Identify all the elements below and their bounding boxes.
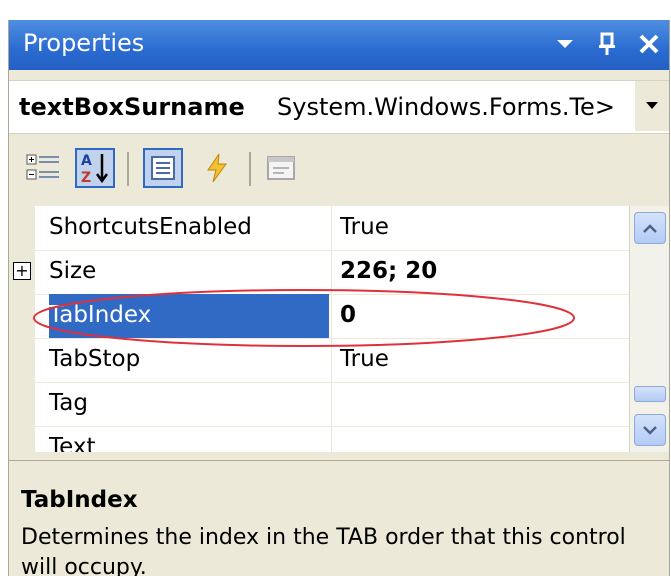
- description-text: Determines the index in the TAB order th…: [21, 525, 626, 576]
- alphabetical-icon[interactable]: A Z: [75, 148, 115, 188]
- properties-panel: Properties textBoxSurname System.Windows…: [8, 20, 670, 576]
- description-title: TabIndex: [21, 487, 138, 513]
- property-name: TabIndex: [49, 294, 329, 338]
- object-type: System.Windows.Forms.Te>: [277, 93, 615, 121]
- grid-row-shortcutsenabled[interactable]: ShortcutsEnabled True: [9, 206, 629, 251]
- property-value[interactable]: 226; 20: [331, 250, 629, 294]
- row-gutter: [9, 338, 35, 382]
- scroll-up-icon[interactable]: [634, 212, 666, 244]
- toolbar-separator: [127, 152, 129, 186]
- property-value[interactable]: [331, 426, 629, 452]
- scroll-down-icon[interactable]: [634, 414, 666, 446]
- categorized-icon[interactable]: [23, 148, 63, 188]
- dropdown-arrow-icon[interactable]: [553, 30, 577, 58]
- row-gutter: [9, 382, 35, 426]
- property-value[interactable]: True: [331, 206, 629, 250]
- row-gutter: [9, 426, 35, 452]
- grid-row-tag[interactable]: Tag: [9, 382, 629, 427]
- grid-row-text[interactable]: Text: [9, 426, 629, 452]
- grid-row-tabstop[interactable]: TabStop True: [9, 338, 629, 383]
- grid-row-size[interactable]: + Size 226; 20: [9, 250, 629, 295]
- property-value[interactable]: True: [331, 338, 629, 382]
- scroll-thumb[interactable]: [634, 386, 666, 402]
- property-name: ShortcutsEnabled: [49, 214, 252, 240]
- title-bar: Properties: [9, 20, 669, 70]
- object-selector[interactable]: textBoxSurname System.Windows.Forms.Te>: [9, 80, 669, 134]
- svg-text:Z: Z: [81, 170, 91, 185]
- description-pane: TabIndex Determines the index in the TAB…: [9, 460, 669, 576]
- property-value[interactable]: [331, 382, 629, 426]
- grid-row-tabindex[interactable]: TabIndex 0: [9, 294, 629, 339]
- properties-toolbar: A Z: [9, 140, 669, 200]
- property-name: Text: [49, 434, 96, 452]
- title-bar-buttons: [553, 26, 661, 62]
- pin-icon[interactable]: [595, 30, 619, 58]
- panel-title: Properties: [23, 29, 145, 57]
- property-value[interactable]: 0: [331, 294, 629, 338]
- property-name: TabStop: [49, 346, 141, 372]
- vertical-scrollbar[interactable]: [629, 206, 669, 452]
- events-icon[interactable]: [197, 148, 237, 188]
- property-grid: ShortcutsEnabled True + Size 226; 20 Tab…: [9, 206, 629, 452]
- property-name: Size: [49, 258, 97, 284]
- close-icon[interactable]: [637, 30, 661, 58]
- svg-text:A: A: [81, 153, 92, 169]
- expand-icon[interactable]: +: [13, 262, 31, 280]
- object-name: textBoxSurname: [19, 93, 245, 121]
- chevron-down-icon[interactable]: [635, 81, 669, 131]
- property-name: Tag: [49, 390, 88, 416]
- properties-icon[interactable]: [143, 148, 183, 188]
- property-pages-icon[interactable]: [261, 148, 301, 188]
- toolbar-separator: [249, 152, 251, 186]
- row-gutter: [9, 206, 35, 250]
- row-gutter: [9, 294, 35, 338]
